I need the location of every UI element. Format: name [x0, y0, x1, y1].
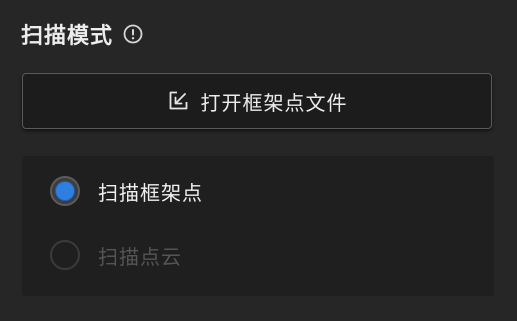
section-title: 扫描模式 [21, 24, 114, 49]
import-file-icon [167, 90, 189, 112]
info-circle-icon[interactable] [123, 24, 143, 44]
scan-mode-option-frame-points[interactable]: 扫描框架点 [50, 174, 203, 208]
radio-unchecked-icon [50, 240, 80, 270]
scan-mode-option-point-cloud: 扫描点云 [50, 238, 182, 272]
option-label-frame-points: 扫描框架点 [98, 180, 203, 205]
open-button-label: 打开框架点文件 [200, 90, 348, 115]
radio-checked-icon[interactable] [50, 176, 80, 206]
section-header: 扫描模式 [21, 16, 143, 52]
open-frame-points-file-button[interactable]: 打开框架点文件 [22, 73, 492, 129]
option-label-point-cloud: 扫描点云 [98, 244, 182, 269]
scan-mode-options-panel: 扫描框架点 扫描点云 [22, 156, 494, 296]
